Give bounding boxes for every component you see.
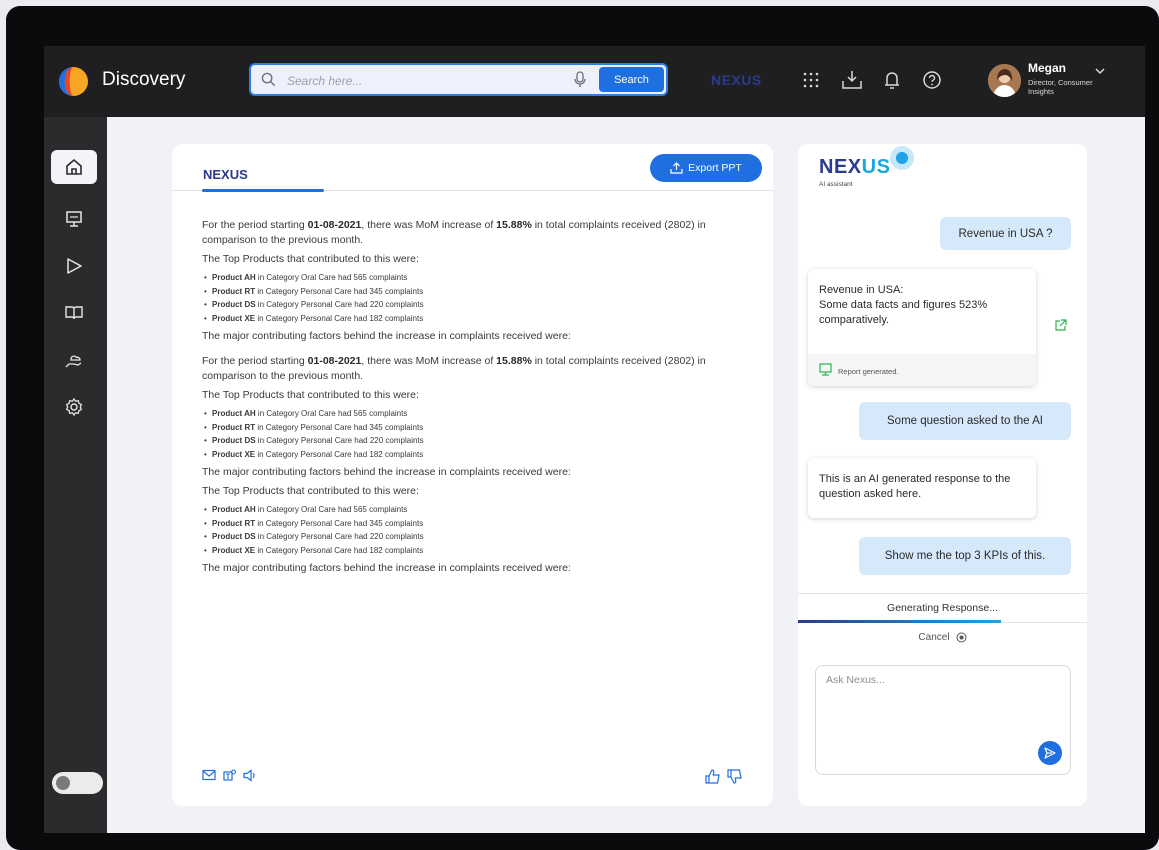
factors-text: The major contributing factors behind th…	[202, 330, 571, 342]
factors-text: The major contributing factors behind th…	[202, 562, 571, 574]
report-panel: NEXUS Export PPT For the period starting…	[172, 144, 773, 806]
list-item: Product AH in Category Oral Care had 565…	[202, 271, 742, 285]
book-icon	[65, 306, 83, 320]
sidebar-item-play[interactable]	[51, 249, 97, 283]
chevron-down-icon[interactable]	[1094, 66, 1106, 76]
download-icon[interactable]	[841, 70, 863, 90]
ask-box	[815, 665, 1071, 775]
ai-message-title: Revenue in USA:	[819, 284, 904, 296]
ai-message: Revenue in USA: Some data facts and figu…	[808, 269, 1036, 386]
settings-icon	[65, 397, 83, 417]
toggle-knob	[56, 776, 70, 790]
theme-toggle[interactable]	[52, 772, 103, 794]
list-item: Product DS in Category Personal Care had…	[202, 530, 742, 544]
ai-message-body: This is an AI generated response to the …	[819, 473, 1011, 500]
ai-message-body: Some data facts and figures 523% compara…	[819, 299, 988, 326]
export-ppt-label: Export PPT	[688, 162, 742, 174]
list-item: Product RT in Category Personal Care had…	[202, 421, 742, 435]
open-external-icon[interactable]	[1054, 319, 1067, 332]
teams-icon[interactable]	[223, 769, 237, 782]
export-ppt-button[interactable]: Export PPT	[650, 154, 762, 182]
apps-grid-icon[interactable]	[801, 70, 821, 90]
home-icon	[66, 158, 82, 175]
list-item: Product AH in Category Oral Care had 565…	[202, 407, 742, 421]
list-item: Product XE in Category Personal Care had…	[202, 544, 742, 558]
list-item: Product DS in Category Personal Care had…	[202, 298, 742, 312]
user-message: Show me the top 3 KPIs of this.	[859, 537, 1071, 575]
sidebar-item-home[interactable]	[51, 150, 97, 184]
list-item: Product DS in Category Personal Care had…	[202, 434, 742, 448]
report-icon	[819, 363, 832, 376]
bell-icon[interactable]	[882, 70, 902, 90]
top-products-heading: The Top Products that contributed to thi…	[202, 253, 419, 265]
sidebar-item-library[interactable]	[51, 296, 97, 330]
user-message: Some question asked to the AI	[859, 402, 1071, 440]
sidebar-item-settings[interactable]	[51, 390, 97, 424]
mail-icon[interactable]	[202, 769, 216, 781]
sidebar-item-cloud[interactable]	[51, 343, 97, 377]
search-icon	[261, 72, 276, 87]
sidebar-item-presentation[interactable]	[51, 202, 97, 236]
search-input[interactable]	[285, 71, 589, 91]
ai-message-footer: Report generated.	[808, 354, 1036, 386]
ai-message: This is an AI generated response to the …	[808, 458, 1036, 518]
cloud-hand-icon	[65, 355, 82, 368]
nexus-nav-label[interactable]: NEXUS	[711, 72, 762, 88]
top-products-heading: The Top Products that contributed to thi…	[202, 389, 419, 401]
cancel-label: Cancel	[918, 632, 950, 643]
list-item: Product XE in Category Personal Care had…	[202, 312, 742, 326]
list-item: Product RT in Category Personal Care had…	[202, 517, 742, 531]
thumbs-down-icon[interactable]	[727, 769, 743, 784]
top-products-heading: The Top Products that contributed to thi…	[202, 485, 419, 497]
help-icon[interactable]	[922, 70, 942, 90]
device-frame: Discovery Search NEXUS Megan Director, C…	[6, 6, 1159, 850]
tab-nexus[interactable]: NEXUS	[203, 167, 248, 182]
export-icon	[670, 162, 683, 174]
thumbs-up-icon[interactable]	[705, 769, 721, 784]
speaker-icon[interactable]	[243, 769, 257, 782]
send-icon	[1044, 747, 1056, 759]
user-name: Megan	[1028, 61, 1067, 75]
product-list: Product AH in Category Oral Care had 565…	[202, 271, 742, 325]
user-message: Revenue in USA ?	[940, 217, 1071, 250]
ask-input[interactable]	[824, 672, 1058, 736]
product-list: Product AH in Category Oral Care had 565…	[202, 503, 742, 557]
list-item: Product RT in Category Personal Care had…	[202, 285, 742, 299]
top-bar: Discovery Search NEXUS Megan Director, C…	[44, 46, 1145, 117]
product-list: Product AH in Category Oral Care had 565…	[202, 407, 742, 461]
ai-status-dot-icon	[890, 146, 914, 170]
send-button[interactable]	[1038, 741, 1062, 765]
assistant-subtitle: AI assistant	[819, 181, 853, 188]
user-photo-icon	[988, 64, 1021, 97]
tab-active-indicator	[202, 189, 324, 192]
app-brand: Discovery	[102, 69, 186, 90]
ai-assistant-panel: NEXUS AI assistant Revenue in USA ? Reve…	[798, 144, 1087, 806]
report-generated-text: Report generated.	[838, 367, 899, 376]
play-icon	[67, 258, 82, 274]
presentation-icon	[66, 211, 82, 227]
discovery-logo-icon	[58, 66, 89, 97]
microphone-icon[interactable]	[573, 71, 587, 89]
avatar[interactable]	[988, 64, 1021, 97]
cancel-button[interactable]: Cancel	[798, 632, 1087, 643]
generating-status: Generating Response...	[798, 593, 1087, 623]
app-screen: Discovery Search NEXUS Megan Director, C…	[44, 46, 1145, 833]
cancel-circle-icon	[956, 632, 967, 643]
search-bar: Search	[249, 63, 668, 96]
list-item: Product AH in Category Oral Care had 565…	[202, 503, 742, 517]
report-content: For the period starting 01-08-2021, ther…	[202, 218, 742, 580]
search-button[interactable]: Search	[599, 67, 664, 92]
sidebar	[44, 117, 107, 833]
generating-progress-bar	[798, 620, 1001, 623]
list-item: Product XE in Category Personal Care had…	[202, 448, 742, 462]
report-intro: For the period starting 01-08-2021, ther…	[202, 219, 706, 246]
user-role: Director, Consumer Insights	[1028, 78, 1093, 96]
assistant-title: NEXUS	[819, 156, 891, 178]
report-intro: For the period starting 01-08-2021, ther…	[202, 355, 706, 382]
factors-text: The major contributing factors behind th…	[202, 466, 571, 478]
